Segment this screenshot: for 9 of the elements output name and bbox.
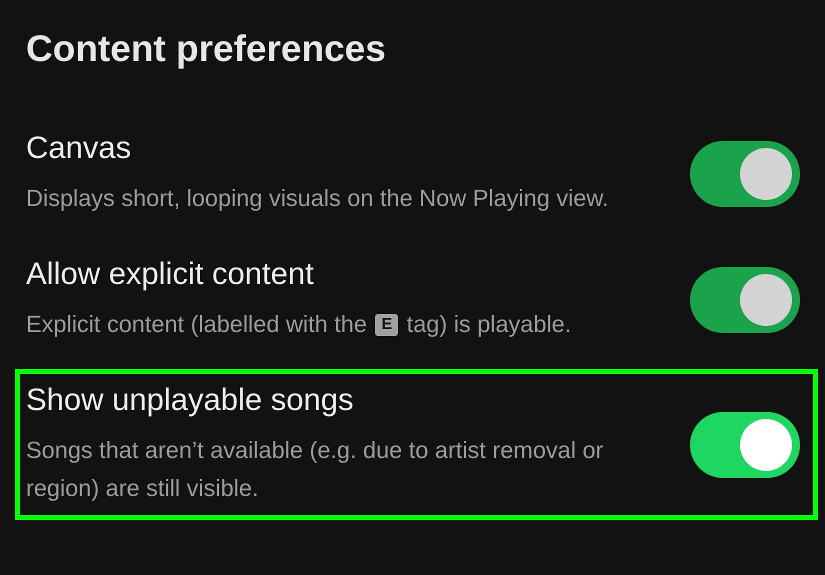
setting-description: Displays short, looping visuals on the Now Playing view. [26, 185, 609, 211]
setting-title: Canvas [26, 130, 132, 166]
explicit-tag: E [375, 314, 398, 336]
section-title: Content preferences [26, 27, 387, 71]
setting-description: Explicit content (labelled with the [26, 311, 367, 337]
setting-description: tag) is playable. [406, 311, 572, 337]
setting-title: Allow explicit content [26, 256, 315, 292]
setting-description: Songs that aren’t available (e.g. due to artist removal or region) are still visible. [26, 437, 604, 501]
setting-title: Show unplayable songs [26, 382, 354, 418]
